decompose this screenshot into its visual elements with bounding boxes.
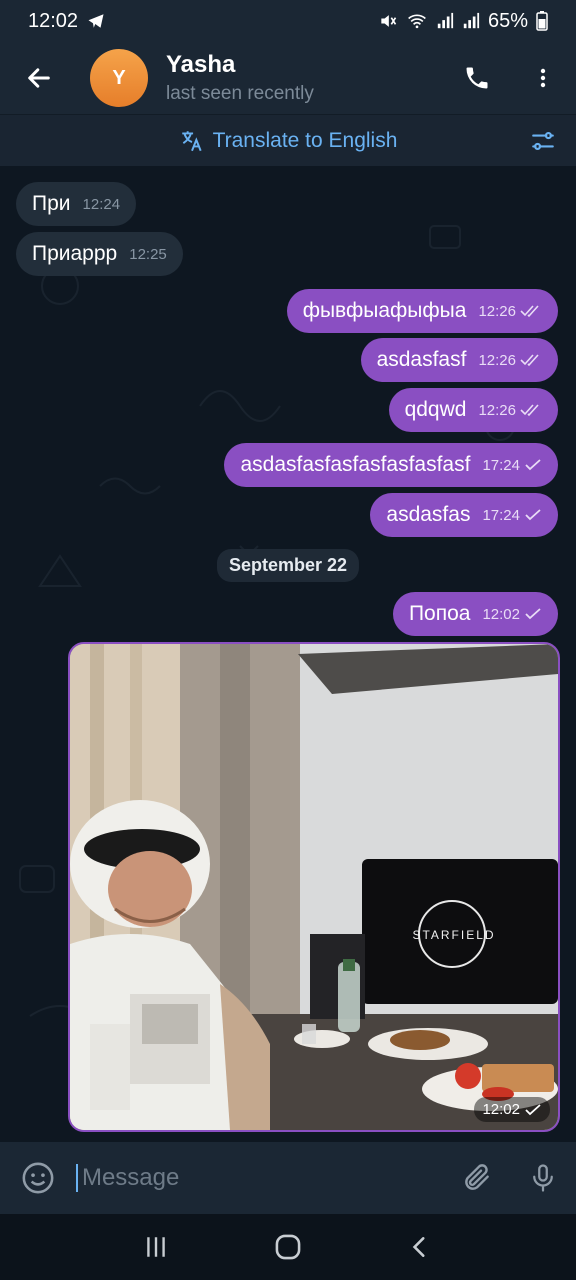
header-actions [444,42,576,114]
message-bubble[interactable]: Попоа 12:02 [392,592,558,636]
message-input-wrap [76,1142,444,1214]
message-bubble[interactable]: asdasfasf 12:26 [360,338,558,382]
voice-button[interactable] [510,1142,576,1214]
signal-icon-2 [463,12,480,29]
message-text: asdasfasf [376,348,467,371]
check-icon [525,608,541,620]
message-bubble[interactable]: qdqwd 12:26 [388,388,558,432]
message-meta: 12:25 [129,246,167,263]
translate-bar: Translate to English [0,114,576,166]
double-check-icon [520,305,539,318]
arrow-left-icon [28,68,50,88]
battery-icon [536,11,548,31]
message-text: asdasfasfasfasfasfasfasf [240,453,471,476]
message-meta: 17:24 [482,507,542,524]
more-vertical-icon [540,68,546,88]
message-text: asdasfas [386,503,471,526]
message-time: 17:24 [482,506,520,524]
recent-apps-button[interactable] [126,1222,186,1272]
avatar-letter: Y [112,66,126,89]
translate-button[interactable]: Translate to English [179,128,398,154]
date-separator: September 22 [216,549,360,582]
message-bubble[interactable]: asdasfas 17:24 [370,493,558,537]
home-button[interactable] [258,1222,318,1272]
message-composer [0,1142,576,1214]
message-time: 12:25 [129,245,167,263]
message-meta: 12:24 [83,196,121,213]
status-bar: 12:02 65% [0,0,576,42]
message-time: 12:02 [482,1101,520,1118]
status-time: 12:02 [28,9,79,32]
wifi-icon [408,14,426,29]
translate-icon [181,130,202,151]
emoji-icon [22,1162,54,1194]
translate-options-button[interactable] [530,128,556,160]
signal-icon [437,12,454,29]
message-time: 12:24 [82,195,121,213]
last-seen-status: last seen recently [166,83,314,104]
text-caret [76,1164,78,1192]
message-meta: 12:02 [482,606,542,623]
check-icon [525,509,541,521]
message-meta: 12:26 [478,402,542,419]
system-nav-bar [0,1214,576,1280]
message-text: Попоа [408,602,471,625]
more-button[interactable] [510,42,576,114]
message-input[interactable] [81,1164,444,1192]
status-time-group: 12:02 [28,10,106,33]
message-bubble[interactable]: фывфыафыфыа 12:26 [286,289,558,333]
double-check-icon [520,354,539,367]
paperclip-icon [465,1164,489,1190]
translate-label: Translate to English [212,128,398,152]
message-text: фывфыафыфыа [302,299,467,322]
message-meta: 12:26 [478,303,542,320]
photo-image: STARFIELD [70,644,558,1130]
check-icon [525,1103,541,1115]
photo-meta: 12:02 [474,1097,550,1122]
attach-button[interactable] [444,1142,510,1214]
avatar[interactable]: Y [90,49,148,107]
message-text: При [32,192,71,215]
double-check-icon [520,404,539,417]
back-button[interactable] [0,42,78,114]
status-icons: 65% [378,10,548,33]
check-icon [525,459,541,471]
message-bubble[interactable]: При 12:24 [16,182,137,226]
sliders-icon [532,132,554,150]
message-time: 17:24 [482,456,520,474]
message-text: Приаррр [32,242,118,265]
recents-icon [147,1237,165,1257]
mute-icon [381,15,397,27]
message-meta: 17:24 [482,457,542,474]
photo-message[interactable]: STARFIELD 12:02 [68,642,560,1132]
message-meta: 12:26 [478,352,542,369]
emoji-button[interactable] [0,1161,76,1195]
message-time: 12:26 [478,401,516,419]
telegram-icon [88,14,104,28]
call-button[interactable] [444,42,510,114]
message-list[interactable]: При 12:24 Приаррр 12:25 фывфыафыфыа 12:2… [0,166,576,1142]
chevron-left-icon [412,1237,425,1257]
system-back-button[interactable] [390,1222,450,1272]
message-time: 12:02 [482,605,520,623]
monitor-logo-text: STARFIELD [412,928,495,942]
phone-icon [466,67,488,89]
message-time: 12:26 [478,351,516,369]
home-icon [275,1234,301,1260]
battery-percent: 65% [487,9,528,32]
chat-header: Y Yasha last seen recently [0,42,576,114]
message-time: 12:26 [478,302,516,320]
chat-title: Yasha [166,51,236,78]
message-bubble[interactable]: Приаррр 12:25 [16,232,183,276]
chat-title-block[interactable]: Yasha last seen recently [166,51,314,105]
message-text: qdqwd [404,398,467,421]
message-bubble[interactable]: asdasfasfasfasfasfasfasf 17:24 [224,443,558,487]
microphone-icon [533,1164,553,1192]
